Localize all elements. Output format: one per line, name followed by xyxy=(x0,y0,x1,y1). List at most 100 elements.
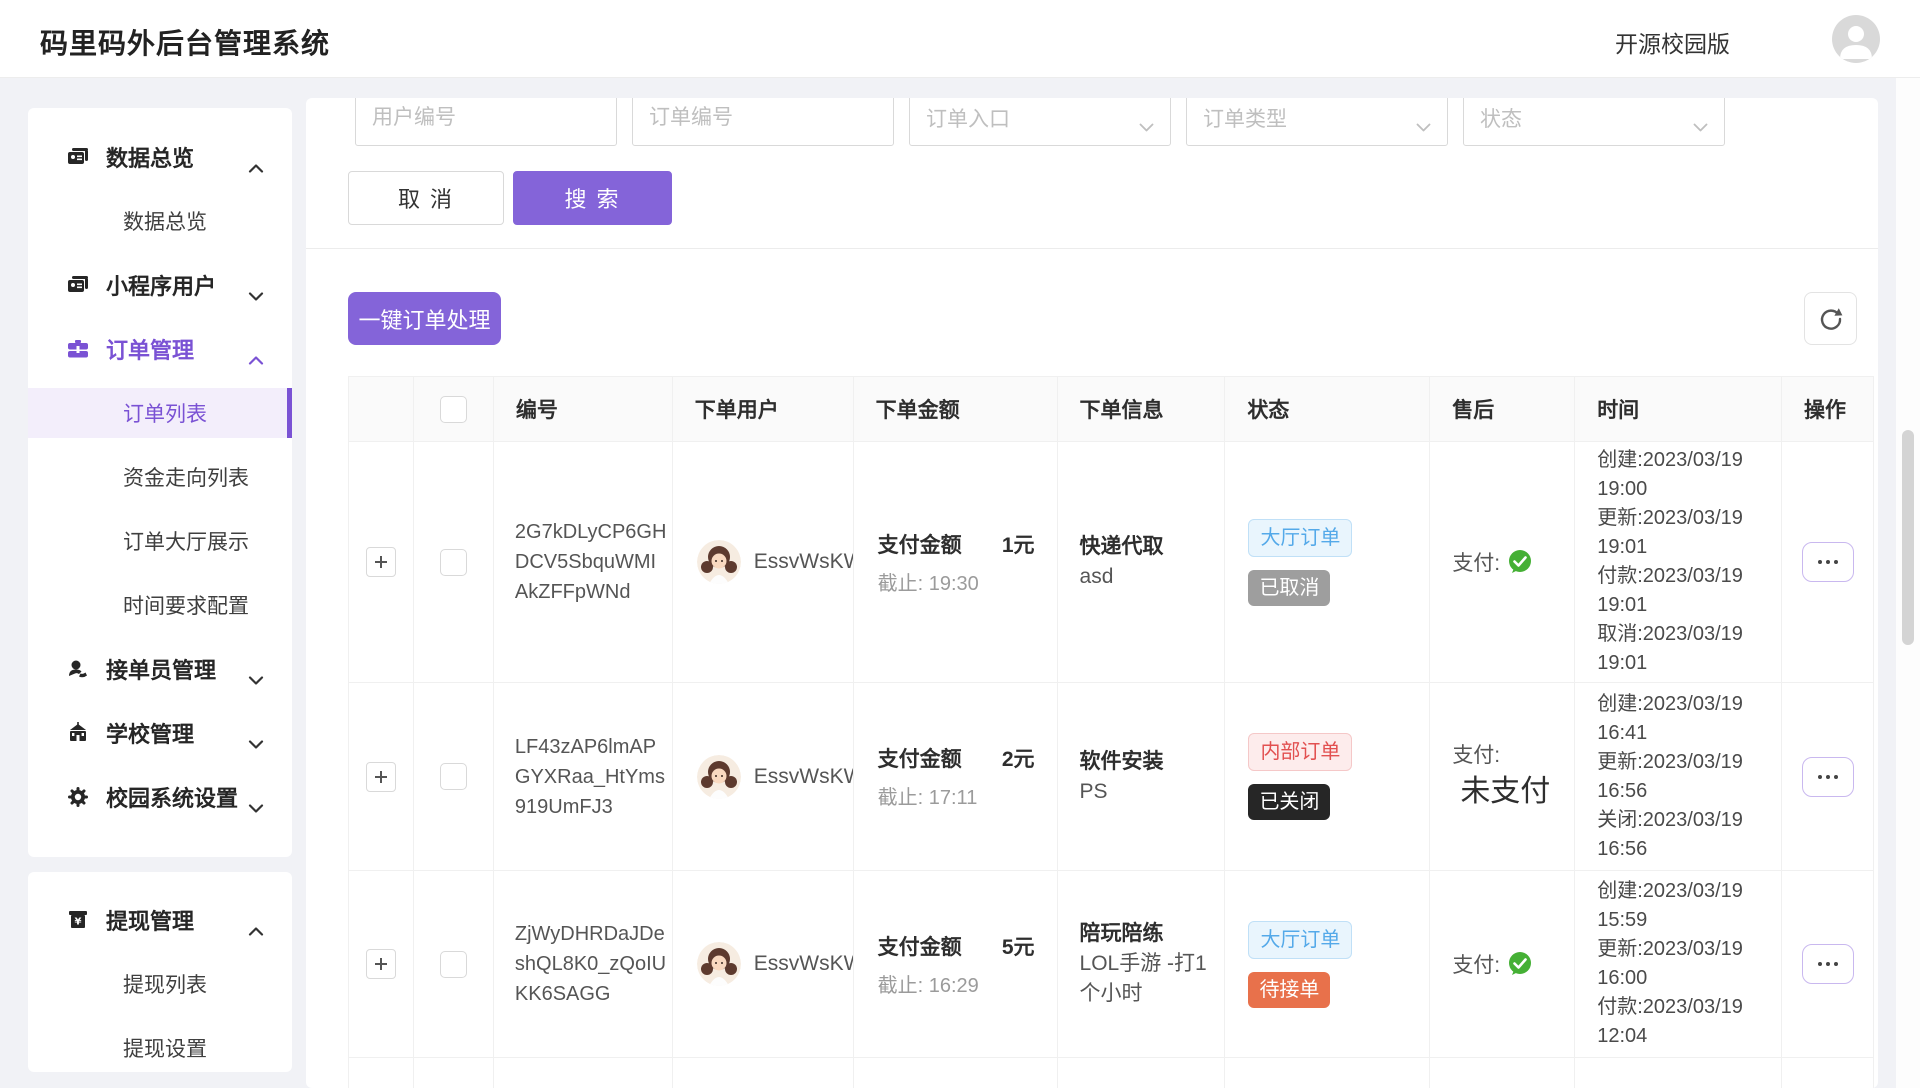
withdrawal-icon: ¥ xyxy=(66,908,90,932)
app-title: 码里码外后台管理系统 xyxy=(40,22,330,62)
order-id-input[interactable] xyxy=(649,106,877,130)
more-actions-button[interactable] xyxy=(1802,757,1854,797)
sidebar-item-label: 提现管理 xyxy=(106,904,194,936)
more-actions-button[interactable] xyxy=(1802,944,1854,984)
expand-row-button[interactable] xyxy=(366,762,396,792)
sidebar-item-label: 校园系统设置 xyxy=(106,781,238,813)
aftersale-label: 支付: xyxy=(1452,739,1500,769)
gear-icon xyxy=(66,785,90,809)
user-name: EssvWsKW xyxy=(754,550,854,574)
school-icon xyxy=(66,721,90,745)
table-row: LF43zAP6lmAPGYXRaa_HtYms919UmFJ3 EssvWsK… xyxy=(349,683,1874,871)
sidebar-item-campus-system-settings[interactable]: 校园系统设置 xyxy=(28,765,292,829)
sidebar-item-label: 小程序用户 xyxy=(106,269,216,301)
user-name: EssvWsKW xyxy=(754,952,854,976)
sidebar-item-order-management[interactable]: 订单管理 xyxy=(28,317,292,381)
order-entry-select[interactable]: 订单入口 xyxy=(909,98,1171,146)
more-actions-button[interactable] xyxy=(1802,542,1854,582)
plus-icon xyxy=(374,770,388,784)
deadline: 截止: 19:30 xyxy=(878,567,1035,596)
table-row: 2G7kDLyCP6GHDCV5SbquWMIAkZFFpWNd EssvWsK… xyxy=(349,442,1874,683)
data-card-icon xyxy=(66,145,90,169)
search-button[interactable]: 搜 索 xyxy=(513,171,672,225)
select-all-checkbox[interactable] xyxy=(440,396,467,423)
sidebar-item-data-overview-sub[interactable]: 数据总览 xyxy=(28,189,292,253)
select-placeholder: 状态 xyxy=(1480,103,1522,133)
sidebar-item-withdrawal-settings[interactable]: 提现设置 xyxy=(28,1016,292,1080)
sidebar-withdrawal: ¥ 提现管理 提现列表 提现设置 xyxy=(28,872,292,1072)
user-avatar xyxy=(697,942,741,986)
table-actions: 一键订单处理 xyxy=(348,292,1868,345)
row-checkbox[interactable] xyxy=(440,951,467,978)
expand-row-button[interactable] xyxy=(366,949,396,979)
header-amount: 下单金额 xyxy=(854,377,1058,441)
filter-row: 订单入口 订单类型 状态 xyxy=(355,98,1878,146)
sidebar-item-data-overview[interactable]: 数据总览 xyxy=(28,125,292,189)
status-badge: 待接单 xyxy=(1248,972,1330,1008)
row-checkbox[interactable] xyxy=(440,763,467,790)
amount-label: 支付金额 xyxy=(878,931,962,961)
plus-icon xyxy=(374,555,388,569)
chevron-down-icon xyxy=(1416,114,1431,138)
sidebar-item-order-hall-display[interactable]: 订单大厅展示 xyxy=(28,509,292,573)
order-info-title: 快递代取 xyxy=(1080,532,1164,562)
amount-value: 5元 xyxy=(1002,931,1035,961)
order-info-title: 陪玩陪练 xyxy=(1080,919,1164,949)
page-scrollbar-thumb[interactable] xyxy=(1902,430,1914,645)
header-status: 状态 xyxy=(1225,377,1430,441)
table-row: ZjWyDHRDaJDeshQL8K0_zQoIUKK6SAGG EssvWsK… xyxy=(349,871,1874,1058)
row-checkbox[interactable] xyxy=(440,549,467,576)
order-id: LF43zAP6lmAPGYXRaa_HtYms919UmFJ3 xyxy=(515,732,667,822)
sidebar-item-school-management[interactable]: 学校管理 xyxy=(28,701,292,765)
deadline: 截止: 17:11 xyxy=(878,781,1035,810)
sidebar-item-label: 提现列表 xyxy=(123,969,207,999)
section-divider xyxy=(306,248,1878,249)
paid-check-icon xyxy=(1506,548,1534,576)
header-time: 时间 xyxy=(1575,377,1782,441)
sidebar-item-label: 资金走向列表 xyxy=(123,462,249,492)
mini-program-users-icon xyxy=(66,273,90,297)
sidebar-item-withdrawal-list[interactable]: 提现列表 xyxy=(28,952,292,1016)
chevron-up-icon xyxy=(248,916,264,942)
chevron-down-icon xyxy=(248,729,264,755)
chevron-down-icon xyxy=(248,281,264,307)
sidebar-item-order-list[interactable]: 订单列表 xyxy=(28,388,292,438)
order-id: ZjWyDHRDaJDeshQL8K0_zQoIUKK6SAGG xyxy=(515,919,667,1009)
chevron-down-icon xyxy=(1139,114,1154,138)
user-id-input[interactable] xyxy=(372,106,600,130)
refresh-button[interactable] xyxy=(1804,292,1857,345)
select-placeholder: 订单类型 xyxy=(1203,103,1287,133)
sidebar-item-time-requirement-config[interactable]: 时间要求配置 xyxy=(28,573,292,637)
chevron-down-icon xyxy=(248,793,264,819)
main-content-panel: 订单入口 订单类型 状态 取 消 搜 索 一键订单处理 xyxy=(306,98,1878,1088)
sidebar-item-label: 提现设置 xyxy=(123,1033,207,1063)
chevron-down-icon xyxy=(1693,114,1708,138)
sidebar-item-withdrawal-management[interactable]: ¥ 提现管理 xyxy=(28,888,292,952)
sidebar-item-order-taker-management[interactable]: 接单员管理 xyxy=(28,637,292,701)
sidebar-item-label: 数据总览 xyxy=(106,141,194,173)
header-user: 下单用户 xyxy=(673,377,854,441)
sidebar-item-miniprogram-users[interactable]: 小程序用户 xyxy=(28,253,292,317)
plus-icon xyxy=(374,957,388,971)
sidebar-item-label: 订单管理 xyxy=(106,333,194,365)
sidebar-item-label: 数据总览 xyxy=(123,206,207,236)
order-info-desc: PS xyxy=(1080,777,1108,807)
timestamps: 创建:2023/03/19 16:41 更新:2023/03/19 16:56 … xyxy=(1597,690,1777,864)
chevron-down-icon xyxy=(248,665,264,691)
timestamps: 创建:2023/03/19 15:59 更新:2023/03/19 16:00 … xyxy=(1597,877,1777,1051)
table-header-row: 编号 下单用户 下单金额 下单信息 状态 售后 时间 操作 xyxy=(349,377,1874,442)
order-id: 2G7kDLyCP6GHDCV5SbquWMIAkZFFpWNd xyxy=(515,517,667,607)
profile-avatar[interactable] xyxy=(1832,15,1880,63)
status-select[interactable]: 状态 xyxy=(1463,98,1725,146)
sidebar-item-label: 订单列表 xyxy=(123,398,207,428)
unpaid-value: 未支付 xyxy=(1460,769,1550,814)
aftersale-label: 支付: xyxy=(1452,547,1500,577)
sidebar-item-fund-flow-list[interactable]: 资金走向列表 xyxy=(28,445,292,509)
chevron-up-icon xyxy=(248,345,264,371)
expand-row-button[interactable] xyxy=(366,547,396,577)
cancel-button[interactable]: 取 消 xyxy=(348,171,504,225)
batch-process-button[interactable]: 一键订单处理 xyxy=(348,292,501,345)
order-type-select[interactable]: 订单类型 xyxy=(1186,98,1448,146)
filter-buttons: 取 消 搜 索 xyxy=(348,171,672,225)
svg-text:¥: ¥ xyxy=(75,917,82,928)
